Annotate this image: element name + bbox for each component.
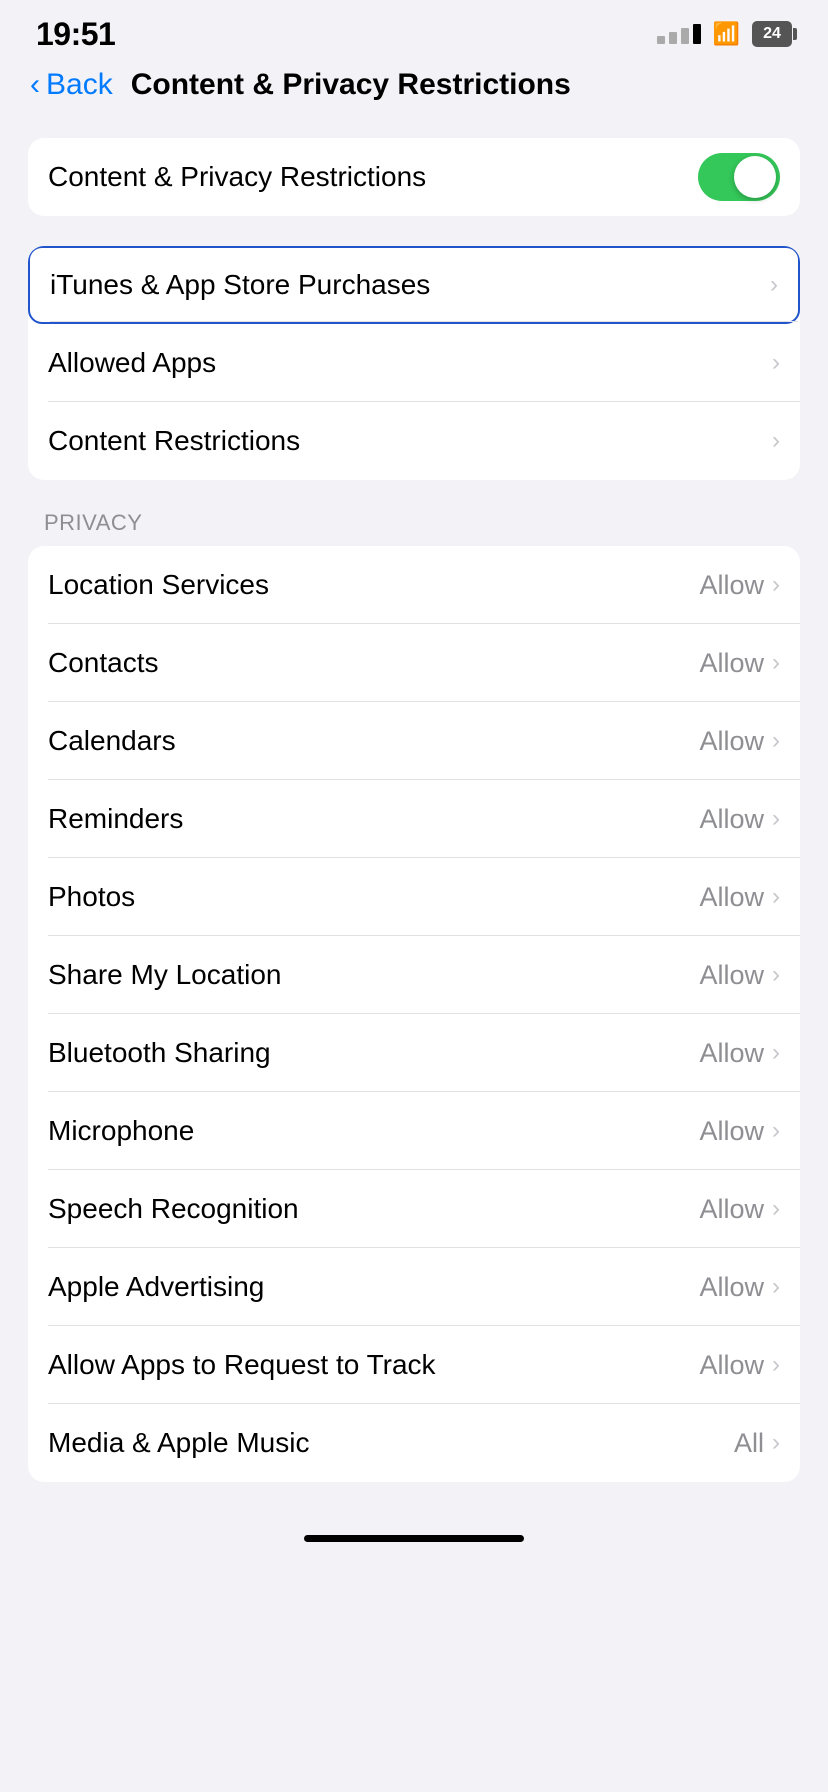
chevron-right-icon: ›	[772, 1273, 780, 1301]
battery-icon: 24	[752, 21, 792, 47]
nav-bar: ‹ Back Content & Privacy Restrictions	[0, 60, 828, 118]
content-restrictions-row[interactable]: Content Restrictions ›	[28, 402, 800, 480]
photos-right: Allow ›	[699, 882, 780, 913]
share-my-location-right: Allow ›	[699, 960, 780, 991]
toggle-label: Content & Privacy Restrictions	[48, 161, 426, 193]
itunes-purchases-label: iTunes & App Store Purchases	[50, 269, 430, 301]
bluetooth-sharing-value: Allow	[699, 1038, 764, 1069]
allow-apps-track-right: Allow ›	[699, 1350, 780, 1381]
allow-apps-track-value: Allow	[699, 1350, 764, 1381]
chevron-right-icon: ›	[772, 805, 780, 833]
chevron-right-icon: ›	[772, 1039, 780, 1067]
itunes-purchases-right: ›	[770, 271, 778, 299]
home-indicator	[0, 1502, 828, 1552]
reminders-label: Reminders	[48, 803, 183, 835]
page-title: Content & Privacy Restrictions	[131, 68, 571, 102]
chevron-right-icon: ›	[772, 1195, 780, 1223]
chevron-right-icon: ›	[772, 349, 780, 377]
toggle-section: Content & Privacy Restrictions	[28, 138, 800, 216]
apple-advertising-value: Allow	[699, 1272, 764, 1303]
calendars-right: Allow ›	[699, 726, 780, 757]
chevron-right-icon: ›	[772, 1117, 780, 1145]
location-services-label: Location Services	[48, 569, 269, 601]
share-my-location-row[interactable]: Share My Location Allow ›	[28, 936, 800, 1014]
chevron-right-icon: ›	[772, 649, 780, 677]
contacts-value: Allow	[699, 648, 764, 679]
main-items-card: iTunes & App Store Purchases › Allowed A…	[28, 246, 800, 480]
media-apple-music-right: All ›	[734, 1428, 780, 1459]
media-apple-music-row[interactable]: Media & Apple Music All ›	[28, 1404, 800, 1482]
back-chevron-icon: ‹	[30, 68, 40, 102]
bluetooth-sharing-row[interactable]: Bluetooth Sharing Allow ›	[28, 1014, 800, 1092]
calendars-value: Allow	[699, 726, 764, 757]
photos-label: Photos	[48, 881, 135, 913]
chevron-right-icon: ›	[772, 1429, 780, 1457]
speech-recognition-value: Allow	[699, 1194, 764, 1225]
share-my-location-value: Allow	[699, 960, 764, 991]
toggle-card: Content & Privacy Restrictions	[28, 138, 800, 216]
chevron-right-icon: ›	[770, 271, 778, 299]
status-bar: 19:51 📶 24	[0, 0, 828, 60]
location-services-row[interactable]: Location Services Allow ›	[28, 546, 800, 624]
wifi-icon: 📶	[713, 21, 740, 47]
back-label: Back	[46, 68, 113, 102]
back-button[interactable]: ‹ Back	[30, 68, 113, 102]
chevron-right-icon: ›	[772, 427, 780, 455]
calendars-label: Calendars	[48, 725, 176, 757]
reminders-right: Allow ›	[699, 804, 780, 835]
status-time: 19:51	[36, 16, 115, 53]
location-services-value: Allow	[699, 570, 764, 601]
content-restrictions-right: ›	[772, 427, 780, 455]
reminders-value: Allow	[699, 804, 764, 835]
toggle-switch[interactable]	[698, 153, 780, 201]
chevron-right-icon: ›	[772, 961, 780, 989]
main-items-section: iTunes & App Store Purchases › Allowed A…	[28, 246, 800, 480]
speech-recognition-right: Allow ›	[699, 1194, 780, 1225]
media-apple-music-value: All	[734, 1428, 764, 1459]
itunes-purchases-row[interactable]: iTunes & App Store Purchases ›	[28, 246, 800, 324]
location-services-right: Allow ›	[699, 570, 780, 601]
signal-icon	[657, 24, 701, 44]
contacts-row[interactable]: Contacts Allow ›	[28, 624, 800, 702]
privacy-card: Location Services Allow › Contacts Allow…	[28, 546, 800, 1482]
allow-apps-track-label: Allow Apps to Request to Track	[48, 1349, 436, 1381]
chevron-right-icon: ›	[772, 883, 780, 911]
bluetooth-sharing-label: Bluetooth Sharing	[48, 1037, 271, 1069]
allowed-apps-right: ›	[772, 349, 780, 377]
calendars-row[interactable]: Calendars Allow ›	[28, 702, 800, 780]
home-bar	[304, 1535, 524, 1542]
photos-row[interactable]: Photos Allow ›	[28, 858, 800, 936]
chevron-right-icon: ›	[772, 727, 780, 755]
microphone-label: Microphone	[48, 1115, 194, 1147]
privacy-section: PRIVACY Location Services Allow › Contac…	[28, 510, 800, 1482]
microphone-value: Allow	[699, 1116, 764, 1147]
chevron-right-icon: ›	[772, 1351, 780, 1379]
chevron-right-icon: ›	[772, 571, 780, 599]
privacy-section-label: PRIVACY	[28, 510, 800, 546]
speech-recognition-row[interactable]: Speech Recognition Allow ›	[28, 1170, 800, 1248]
status-icons: 📶 24	[657, 21, 792, 47]
apple-advertising-label: Apple Advertising	[48, 1271, 264, 1303]
bluetooth-sharing-right: Allow ›	[699, 1038, 780, 1069]
contacts-label: Contacts	[48, 647, 159, 679]
media-apple-music-label: Media & Apple Music	[48, 1427, 309, 1459]
microphone-right: Allow ›	[699, 1116, 780, 1147]
share-my-location-label: Share My Location	[48, 959, 281, 991]
photos-value: Allow	[699, 882, 764, 913]
reminders-row[interactable]: Reminders Allow ›	[28, 780, 800, 858]
allowed-apps-row[interactable]: Allowed Apps ›	[28, 324, 800, 402]
apple-advertising-right: Allow ›	[699, 1272, 780, 1303]
speech-recognition-label: Speech Recognition	[48, 1193, 299, 1225]
contacts-right: Allow ›	[699, 648, 780, 679]
microphone-row[interactable]: Microphone Allow ›	[28, 1092, 800, 1170]
allowed-apps-label: Allowed Apps	[48, 347, 216, 379]
toggle-thumb	[734, 156, 776, 198]
content-restrictions-label: Content Restrictions	[48, 425, 300, 457]
apple-advertising-row[interactable]: Apple Advertising Allow ›	[28, 1248, 800, 1326]
privacy-restrictions-toggle-row[interactable]: Content & Privacy Restrictions	[28, 138, 800, 216]
allow-apps-track-row[interactable]: Allow Apps to Request to Track Allow ›	[28, 1326, 800, 1404]
